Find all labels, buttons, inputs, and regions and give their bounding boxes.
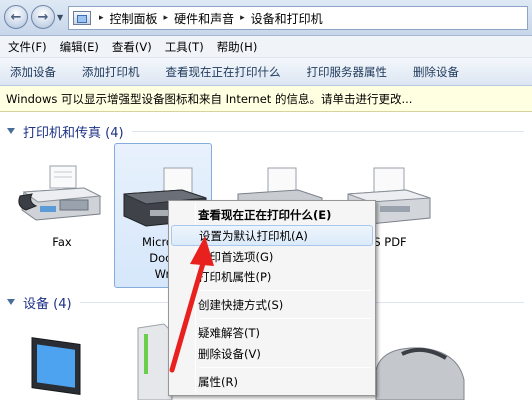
chevron-right-icon[interactable]: ▸ [164,13,169,23]
menu-item-set-default-printer[interactable]: 设置为默认打印机(A) [171,225,373,246]
chevron-right-icon[interactable]: ▸ [240,13,245,23]
forward-button[interactable]: → [31,5,55,29]
menu-separator [199,367,371,368]
breadcrumb-hardware-sound[interactable]: 硬件和声音 [174,10,234,27]
arrow-left-icon: ← [10,9,22,25]
collapse-arrow-icon[interactable] [7,128,15,134]
menu-view[interactable]: 查看(V) [112,39,152,55]
device-item-mouse[interactable] [372,340,468,400]
breadcrumb-control-panel[interactable]: 控制面板 [110,10,158,27]
printer-label-fax: Fax [52,235,72,249]
info-bar[interactable]: Windows 可以显示增强型设备图标和来自 Internet 的信息。请单击进… [0,86,532,112]
menu-edit[interactable]: 编辑(E) [60,39,99,55]
context-menu: 查看现在正在打印什么(E) 设置为默认打印机(A) 打印首选项(G) 打印机属性… [168,200,376,396]
group-header-printers[interactable]: 打印机和传真 (4) [0,121,532,141]
breadcrumb[interactable]: ▸ 控制面板 ▸ 硬件和声音 ▸ 设备和打印机 [68,6,528,30]
remove-device-button[interactable]: 删除设备 [413,64,459,80]
menu-item-see-whats-printing[interactable]: 查看现在正在打印什么(E) [171,204,373,225]
menu-item-troubleshoot[interactable]: 疑难解答(T) [171,322,373,343]
chevron-right-icon[interactable]: ▸ [99,13,104,23]
monitor-icon [31,337,81,396]
add-printer-button[interactable]: 添加打印机 [82,64,140,80]
control-panel-icon [73,11,91,25]
fax-icon [18,165,102,221]
breadcrumb-devices-printers[interactable]: 设备和打印机 [251,10,323,27]
see-whats-printing-button[interactable]: 查看现在正在打印什么 [166,64,281,80]
add-device-button[interactable]: 添加设备 [10,64,56,80]
menu-item-properties[interactable]: 属性(R) [171,371,373,392]
collapse-arrow-icon[interactable] [7,299,15,305]
menu-separator [199,318,371,319]
mouse-icon [375,347,465,400]
menu-item-create-shortcut[interactable]: 创建快捷方式(S) [171,294,373,315]
menu-item-remove-device[interactable]: 删除设备(V) [171,343,373,364]
group-title-devices: 设备 (4) [23,296,72,312]
menu-bar: 文件(F) 编辑(E) 查看(V) 工具(T) 帮助(H) [0,36,532,58]
menu-item-printing-preferences[interactable]: 打印首选项(G) [171,246,373,267]
menu-item-printer-properties[interactable]: 打印机属性(P) [171,266,373,287]
address-bar: ← → ▼ ▸ 控制面板 ▸ 硬件和声音 ▸ 设备和打印机 [0,0,532,36]
menu-file[interactable]: 文件(F) [8,39,47,55]
back-button[interactable]: ← [4,5,28,29]
menu-tools[interactable]: 工具(T) [165,39,204,55]
device-item-monitor[interactable] [20,330,116,400]
menu-separator [199,290,371,291]
menu-help[interactable]: 帮助(H) [217,39,258,55]
printer-item-fax[interactable]: Fax [14,162,110,249]
recent-pages-dropdown-icon[interactable]: ▼ [57,13,63,22]
arrow-right-icon: → [37,9,49,25]
print-server-properties-button[interactable]: 打印服务器属性 [307,64,388,80]
group-title-printers: 打印机和传真 (4) [23,125,124,141]
divider [131,130,524,132]
command-bar: 添加设备 添加打印机 查看现在正在打印什么 打印服务器属性 删除设备 [0,58,532,86]
